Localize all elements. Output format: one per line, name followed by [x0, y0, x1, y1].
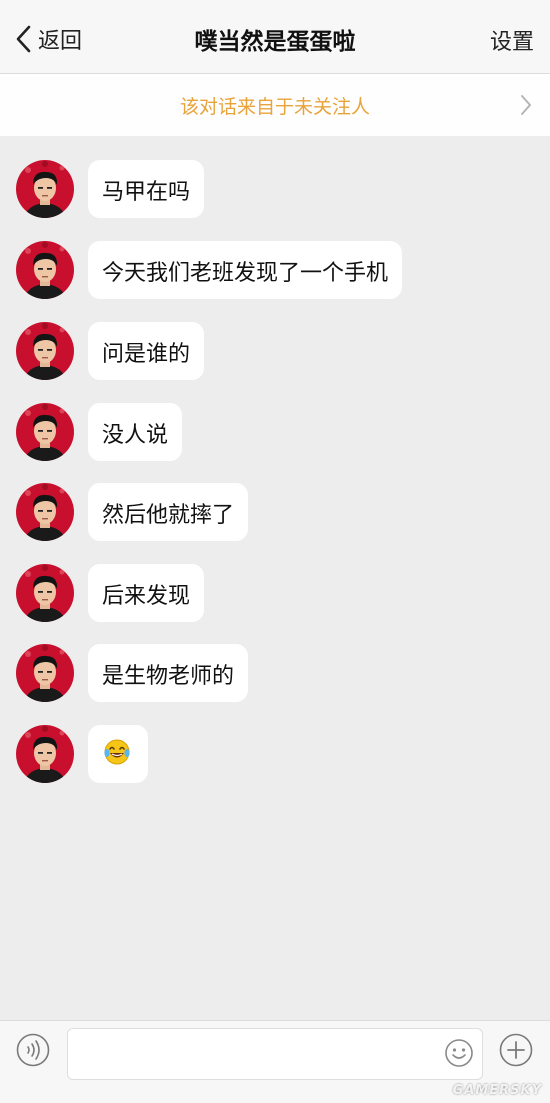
message-row: 然后他就摔了: [0, 481, 550, 551]
message-bubble[interactable]: [88, 725, 148, 783]
avatar-image: [16, 241, 74, 299]
message-bubble[interactable]: 问是谁的: [88, 322, 205, 380]
avatar[interactable]: [16, 241, 74, 299]
avatar-image: [16, 403, 74, 461]
message-row: 马甲在吗: [0, 158, 550, 228]
page-title: 噗当然是蛋蛋啦: [194, 29, 356, 55]
message-bubble[interactable]: 是生物老师的: [88, 644, 249, 702]
avatar-image: [16, 322, 74, 380]
back-label: 返回: [38, 29, 83, 54]
notice-text: 该对话来自于未关注人: [179, 96, 370, 118]
avatar-image: [16, 725, 74, 783]
watermark: GAMERSKY: [452, 1083, 542, 1098]
avatar[interactable]: [16, 644, 74, 702]
back-button[interactable]: 返回: [14, 22, 82, 56]
avatar-image: [16, 160, 74, 218]
avatar-image: [16, 483, 74, 541]
avatar[interactable]: [16, 725, 74, 783]
message-row: 今天我们老班发现了一个手机: [0, 239, 550, 309]
message-bubble[interactable]: 马甲在吗: [88, 160, 205, 218]
avatar-image: [16, 564, 74, 622]
message-bubble[interactable]: 后来发现: [88, 564, 205, 622]
stranger-notice-banner[interactable]: 该对话来自于未关注人: [0, 74, 550, 136]
voice-icon[interactable]: [16, 1033, 50, 1067]
message-bubble[interactable]: 然后他就摔了: [88, 483, 249, 541]
message-row: 是生物老师的: [0, 642, 550, 712]
message-bubble[interactable]: 今天我们老班发现了一个手机: [88, 241, 403, 299]
avatar[interactable]: [16, 564, 74, 622]
message-row: [0, 723, 550, 793]
message-row: 问是谁的: [0, 320, 550, 390]
message-bubble[interactable]: 没人说: [88, 403, 183, 461]
message-input[interactable]: [67, 1028, 483, 1080]
avatar-image: [16, 644, 74, 702]
laughing-crying-emoji-icon: [104, 739, 130, 765]
message-row: 没人说: [0, 401, 550, 471]
chevron-left-icon: [16, 25, 31, 53]
nav-bar: 返回 噗当然是蛋蛋啦 设置: [0, 0, 550, 74]
plus-icon[interactable]: [499, 1033, 533, 1067]
settings-button[interactable]: 设置: [490, 24, 534, 56]
avatar[interactable]: [16, 483, 74, 541]
chevron-right-icon: [521, 95, 531, 115]
avatar[interactable]: [16, 322, 74, 380]
emoji-icon[interactable]: [444, 1038, 474, 1068]
avatar[interactable]: [16, 160, 74, 218]
message-row: 后来发现: [0, 562, 550, 632]
avatar[interactable]: [16, 403, 74, 461]
